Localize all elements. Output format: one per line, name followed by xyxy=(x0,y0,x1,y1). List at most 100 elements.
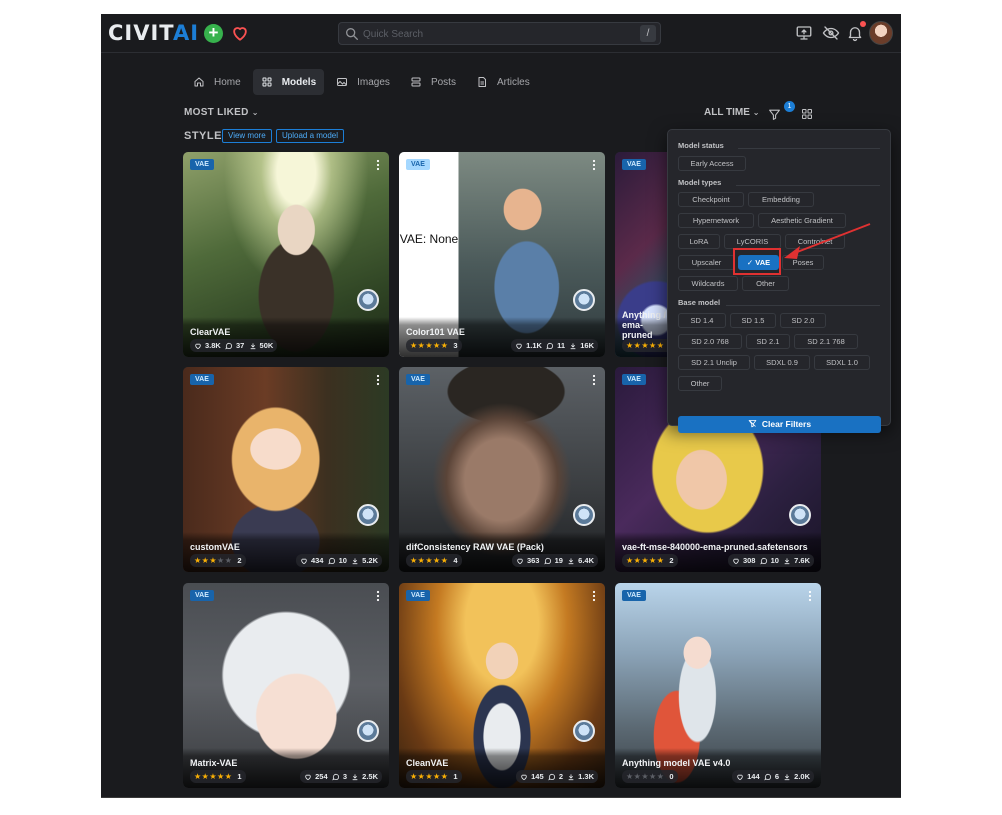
download-icon xyxy=(568,557,574,564)
comments-count: 11 xyxy=(557,341,566,350)
chip-sd-1-5[interactable]: SD 1.5 xyxy=(730,313,776,328)
rating-count: 2 xyxy=(669,556,674,565)
photo-icon xyxy=(337,78,348,86)
quick-search-box[interactable]: / xyxy=(338,22,661,45)
tab-images[interactable]: Images xyxy=(328,69,398,95)
rating-count: 1 xyxy=(453,772,458,781)
heart-icon xyxy=(516,343,522,349)
tab-models[interactable]: Models xyxy=(252,69,325,95)
model-title: Matrix-VAE xyxy=(190,758,238,768)
chip-checkpoint[interactable]: Checkpoint xyxy=(678,192,744,207)
model-card[interactable]: VAE difConsistency RAW VAE (Pack) ★★★★★ 4… xyxy=(399,367,605,572)
eye-off-icon[interactable] xyxy=(822,24,840,42)
monitor-upload-icon[interactable] xyxy=(795,24,813,42)
likes-count: 144 xyxy=(747,772,760,781)
more-options-icon[interactable] xyxy=(376,590,380,602)
creator-avatar[interactable] xyxy=(573,504,595,526)
chip-sd-2-1-unclip[interactable]: SD 2.1 Unclip xyxy=(678,355,750,370)
more-options-icon[interactable] xyxy=(592,590,596,602)
chip-hypernetwork[interactable]: Hypernetwork xyxy=(678,213,754,228)
clear-filters-button[interactable]: Clear Filters xyxy=(678,416,881,433)
tab-posts[interactable]: Posts xyxy=(402,69,464,95)
likes-count: 1.1K xyxy=(526,341,542,350)
more-options-icon[interactable] xyxy=(592,159,596,171)
chip-sdxl-0-9[interactable]: SDXL 0.9 xyxy=(754,355,810,370)
chip-other-type[interactable]: Other xyxy=(742,276,789,291)
tab-articles[interactable]: Articles xyxy=(468,69,538,95)
more-options-icon[interactable] xyxy=(376,159,380,171)
chip-lora[interactable]: LoRA xyxy=(678,234,720,249)
creator-avatar[interactable] xyxy=(357,720,379,742)
model-title: ClearVAE xyxy=(190,327,231,337)
rating-count: 1 xyxy=(237,772,242,781)
creator-avatar[interactable] xyxy=(789,504,811,526)
chip-sd-1-4[interactable]: SD 1.4 xyxy=(678,313,726,328)
creator-avatar[interactable] xyxy=(573,289,595,311)
model-card[interactable]: VAE Matrix-VAE ★★★★★ 1 254 3 2.5K xyxy=(183,583,389,788)
rating-chip: ★★★★★ 2 xyxy=(622,554,678,567)
filter-clear-icon xyxy=(748,420,757,428)
filter-dropdown-panel: Model status Early Access Model types Ch… xyxy=(667,129,891,433)
chip-sd-2-0-768[interactable]: SD 2.0 768 xyxy=(678,334,742,349)
engagement-chip: 144 6 2.0K xyxy=(732,770,814,783)
user-avatar[interactable] xyxy=(869,21,893,45)
type-badge: VAE xyxy=(190,159,214,170)
tab-label: Articles xyxy=(496,76,530,88)
creator-avatar[interactable] xyxy=(357,504,379,526)
rating-stars: ★★★★★ xyxy=(194,772,233,781)
section-title: STYLE xyxy=(184,130,222,142)
rating-chip: ★★★★★ 3 xyxy=(406,339,462,352)
chip-other-base[interactable]: Other xyxy=(678,376,722,391)
chip-embedding[interactable]: Embedding xyxy=(748,192,814,207)
rating-stars: ★★★★★ xyxy=(410,772,449,781)
comments-count: 10 xyxy=(770,556,779,565)
chip-upscaler[interactable]: Upscaler xyxy=(678,255,735,270)
chip-early-access[interactable]: Early Access xyxy=(678,156,746,171)
downloads-count: 5.2K xyxy=(362,556,378,565)
model-card[interactable]: VAE customVAE ★★★★★ 2 434 10 5.2K xyxy=(183,367,389,572)
card-stats: ★★★★★ 3 1.1K 11 16K xyxy=(406,339,598,352)
heart-icon[interactable] xyxy=(230,23,250,43)
chip-sd-2-0[interactable]: SD 2.0 xyxy=(780,313,826,328)
upload-model-button[interactable]: Upload a model xyxy=(276,129,345,143)
type-badge: VAE xyxy=(622,590,646,601)
model-title: CleanVAE xyxy=(406,758,449,768)
layout-grid-icon[interactable] xyxy=(801,108,813,120)
create-plus-button[interactable]: + xyxy=(204,24,223,43)
search-input[interactable] xyxy=(363,25,633,43)
card-stats: ★★★★★ 4 363 19 6.4K xyxy=(406,554,598,567)
creator-avatar[interactable] xyxy=(573,720,595,742)
card-stats: ★★★★★ 2 308 10 7.6K xyxy=(622,554,814,567)
downloads-count: 16K xyxy=(580,341,594,350)
models-grid-icon xyxy=(262,77,272,87)
chip-sd-2-1[interactable]: SD 2.1 xyxy=(746,334,790,349)
chip-sd-2-1-768[interactable]: SD 2.1 768 xyxy=(794,334,858,349)
type-badge: VAE xyxy=(406,374,430,385)
model-card[interactable]: VAE: None VAE Color101 VAE ★★★★★ 3 1.1K 1… xyxy=(399,152,605,357)
tab-home[interactable]: Home xyxy=(185,69,249,95)
view-more-button[interactable]: View more xyxy=(222,129,272,143)
rating-stars: ★★★★★ xyxy=(626,556,665,565)
more-options-icon[interactable] xyxy=(376,374,380,386)
download-icon xyxy=(352,557,358,564)
more-options-icon[interactable] xyxy=(592,374,596,386)
rating-count: 0 xyxy=(669,772,674,781)
rating-chip: ★★★★★ 2 xyxy=(190,554,246,567)
filter-icon[interactable] xyxy=(768,108,781,121)
sort-dropdown[interactable]: MOST LIKED ⌄ xyxy=(184,107,259,118)
civitai-logo[interactable]: CIVITAI xyxy=(108,22,199,44)
model-card[interactable]: VAE Anything model VAE v4.0 ★★★★★ 0 144 6… xyxy=(615,583,821,788)
rating-stars: ★★★★★ xyxy=(410,556,449,565)
creator-avatar[interactable] xyxy=(357,289,379,311)
period-dropdown[interactable]: ALL TIME ⌄ xyxy=(704,107,759,118)
more-options-icon[interactable] xyxy=(808,590,812,602)
comments-count: 19 xyxy=(554,556,563,565)
chip-sdxl-1-0[interactable]: SDXL 1.0 xyxy=(814,355,870,370)
heart-icon xyxy=(733,558,739,564)
rating-chip: ★★★★★ 1 xyxy=(406,770,462,783)
model-card[interactable]: VAE ClearVAE 3.8K 37 50K xyxy=(183,152,389,357)
likes-count: 363 xyxy=(526,556,540,565)
filter-count-badge: 1 xyxy=(784,101,795,112)
model-card[interactable]: VAE CleanVAE ★★★★★ 1 145 2 1.3K xyxy=(399,583,605,788)
chip-wildcards[interactable]: Wildcards xyxy=(678,276,738,291)
